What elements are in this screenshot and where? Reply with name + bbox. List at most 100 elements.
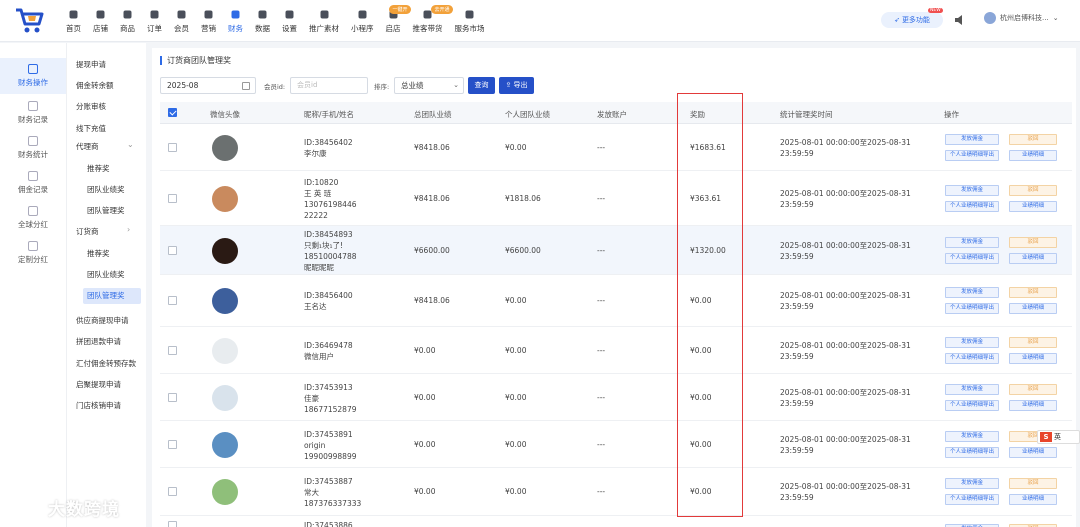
user-menu[interactable]: 杭州启博科技... ⌄ <box>984 12 1059 24</box>
nav-item-5[interactable]: 营销 <box>195 0 222 42</box>
row-checkbox[interactable] <box>168 346 177 355</box>
row-checkbox[interactable] <box>168 440 177 449</box>
grant-button[interactable]: 发放佣金 <box>945 237 999 248</box>
row-checkbox[interactable] <box>168 521 177 527</box>
nav-item-8[interactable]: 设置 <box>276 0 303 42</box>
side1-item-5[interactable]: 定制分红 <box>0 235 66 271</box>
side2-item-10[interactable]: 团队业绩奖 <box>87 269 125 280</box>
grant-button[interactable]: 发放佣金 <box>945 185 999 196</box>
side1-item-0[interactable]: 财务操作 <box>0 58 66 94</box>
row-checkbox[interactable] <box>168 143 177 152</box>
nav-item-2[interactable]: 商品 <box>114 0 141 42</box>
side2-item-14[interactable]: 汇付佣金转预存款 <box>76 358 136 369</box>
export-button[interactable]: 个人业绩明细导出 <box>945 303 999 314</box>
reject-button[interactable]: 驳回 <box>1009 237 1057 248</box>
member-info: ID:36469478 微信用户 <box>304 340 353 362</box>
wechat-avatar <box>212 338 238 364</box>
nav-item-6[interactable]: 财务 <box>222 0 249 42</box>
side2-item-13[interactable]: 拼团退款申请 <box>76 336 121 347</box>
month-picker[interactable]: 2025-08 <box>160 77 256 94</box>
nav-item-4[interactable]: 会员 <box>168 0 195 42</box>
grant-button[interactable]: 发放佣金 <box>945 478 999 489</box>
detail-button[interactable]: 业绩明细 <box>1009 494 1057 505</box>
nav-item-9[interactable]: 推广素材 <box>303 0 345 42</box>
detail-button[interactable]: 业绩明细 <box>1009 400 1057 411</box>
reject-button[interactable]: 驳回 <box>1009 185 1057 196</box>
export-button[interactable]: 个人业绩明细导出 <box>945 201 999 212</box>
nav-item-7[interactable]: 数据 <box>249 0 276 42</box>
side2-item-3[interactable]: 线下充值 <box>76 123 106 134</box>
detail-button[interactable]: 业绩明细 <box>1009 253 1057 264</box>
chevron-icon[interactable]: ⌄ <box>127 140 134 149</box>
chevron-icon[interactable]: › <box>127 225 130 234</box>
nav-item-1[interactable]: 店铺 <box>87 0 114 42</box>
row-checkbox[interactable] <box>168 487 177 496</box>
cart-logo-icon[interactable] <box>14 6 46 36</box>
query-button[interactable]: 查询 <box>468 77 495 94</box>
reject-button[interactable]: 驳回 <box>1009 384 1057 395</box>
nav-item-12[interactable]: 推客带货 去开通 <box>407 0 453 42</box>
row-checkbox[interactable] <box>168 194 177 203</box>
row-checkbox[interactable] <box>168 296 177 305</box>
side2-item-5[interactable]: 推荐奖 <box>87 163 110 174</box>
side2-item-12[interactable]: 供应商提现申请 <box>76 315 129 326</box>
side2-item-6[interactable]: 团队业绩奖 <box>87 184 125 195</box>
grant-button[interactable]: 发放佣金 <box>945 384 999 395</box>
account-cell: --- <box>597 440 606 449</box>
menu-item-icon <box>28 241 38 251</box>
nav-item-3[interactable]: 订单 <box>141 0 168 42</box>
grant-button[interactable]: 发放佣金 <box>945 337 999 348</box>
export-button[interactable]: 个人业绩明细导出 <box>945 400 999 411</box>
total-cell: ¥8418.06 <box>414 143 450 152</box>
nav-item-13[interactable]: 服务市场 <box>449 0 491 42</box>
detail-button[interactable]: 业绩明细 <box>1009 447 1057 458</box>
reject-button[interactable]: 驳回 <box>1009 478 1057 489</box>
side2-item-16[interactable]: 门店核销申请 <box>76 400 121 411</box>
detail-button[interactable]: 业绩明细 <box>1009 150 1057 161</box>
grant-button[interactable]: 发放佣金 <box>945 431 999 442</box>
primary-sidebar: 财务操作 财务记录 财务统计 佣金记录 全球分红 定制分红 <box>0 43 66 527</box>
member-id-input[interactable]: 会员id <box>290 77 368 94</box>
row-checkbox[interactable] <box>168 246 177 255</box>
side2-item-2[interactable]: 分账审核 <box>76 101 106 112</box>
reward-column-highlight <box>677 93 743 517</box>
reject-button[interactable]: 驳回 <box>1009 287 1057 298</box>
select-all-checkbox[interactable] <box>168 108 177 117</box>
detail-button[interactable]: 业绩明细 <box>1009 303 1057 314</box>
sort-select[interactable]: 总业绩 ⌄ <box>394 77 464 94</box>
side2-item-4[interactable]: 代理商 <box>76 141 99 152</box>
detail-button[interactable]: 业绩明细 <box>1009 353 1057 364</box>
side2-item-7[interactable]: 团队管理奖 <box>87 205 125 216</box>
side1-item-2[interactable]: 财务统计 <box>0 130 66 166</box>
ime-toolbar[interactable]: S 英 <box>1037 430 1080 444</box>
more-features-button[interactable]: ➶ 更多功能 <box>881 12 943 28</box>
nav-item-11[interactable]: 启店 一键开 <box>380 0 411 42</box>
side1-item-3[interactable]: 佣金记录 <box>0 165 66 201</box>
export-button[interactable]: 个人业绩明细导出 <box>945 494 999 505</box>
export-button[interactable]: 个人业绩明细导出 <box>945 447 999 458</box>
side1-item-1[interactable]: 财务记录 <box>0 95 66 131</box>
detail-button[interactable]: 业绩明细 <box>1009 201 1057 212</box>
grant-button[interactable]: 发放佣金 <box>945 287 999 298</box>
reject-button[interactable]: 驳回 <box>1009 337 1057 348</box>
data-icon <box>257 8 269 20</box>
side2-item-0[interactable]: 提现申请 <box>76 59 106 70</box>
row-checkbox[interactable] <box>168 393 177 402</box>
export-button[interactable]: 个人业绩明细导出 <box>945 150 999 161</box>
side2-item-8[interactable]: 订货商 <box>76 226 99 237</box>
month-value: 2025-08 <box>167 81 199 90</box>
export-button[interactable]: 个人业绩明细导出 <box>945 353 999 364</box>
product-icon <box>122 8 134 20</box>
side1-item-4[interactable]: 全球分红 <box>0 200 66 236</box>
nav-item-10[interactable]: 小程序 <box>345 0 380 42</box>
side2-item-11[interactable]: 团队管理奖 <box>83 288 141 304</box>
export-button[interactable]: 个人业绩明细导出 <box>945 253 999 264</box>
reject-button[interactable]: 驳回 <box>1009 134 1057 145</box>
speaker-icon[interactable] <box>954 14 964 26</box>
side2-item-1[interactable]: 佣金转余额 <box>76 80 114 91</box>
side2-item-15[interactable]: 启聚提现申请 <box>76 379 121 390</box>
grant-button[interactable]: 发放佣金 <box>945 134 999 145</box>
export-button[interactable]: ⇪ 导出 <box>499 77 534 94</box>
side2-item-9[interactable]: 推荐奖 <box>87 248 110 259</box>
nav-item-0[interactable]: 首页 <box>60 0 87 42</box>
